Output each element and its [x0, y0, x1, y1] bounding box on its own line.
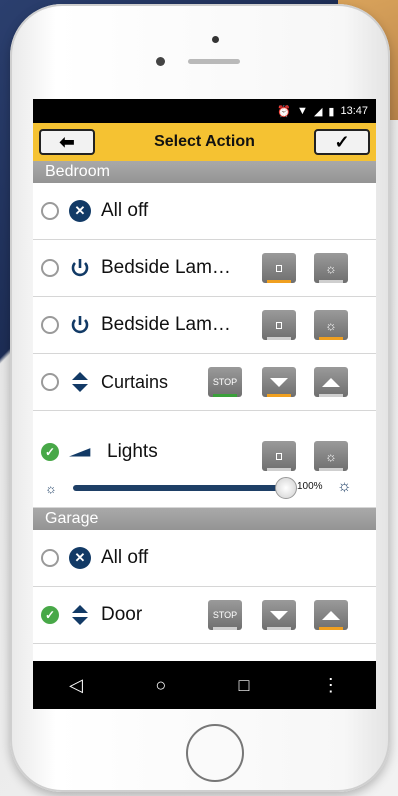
active-indicator: [267, 394, 291, 397]
active-indicator: [213, 394, 237, 397]
arrow-down-icon: [270, 610, 288, 620]
on-button[interactable]: ☼: [314, 441, 348, 471]
sun-icon: ☼: [325, 448, 337, 464]
item-label: Bedside Lam…: [101, 257, 231, 278]
item-label: All off: [101, 200, 149, 221]
sun-icon: ☼: [325, 317, 337, 333]
nav-home-icon[interactable]: ○: [155, 675, 166, 696]
status-bar: ⏰ ▼ ◢ ▮ 13:47: [33, 99, 376, 123]
stop-button[interactable]: STOP: [208, 600, 242, 630]
radio-unchecked[interactable]: [41, 316, 59, 334]
stop-button[interactable]: STOP: [208, 367, 242, 397]
confirm-button[interactable]: ✓: [313, 129, 370, 155]
battery-icon: ▮: [328, 105, 335, 118]
power-icon: [69, 257, 91, 279]
close-button[interactable]: [262, 367, 296, 397]
active-indicator: [267, 280, 291, 283]
list-item-curtains[interactable]: Curtains STOP: [33, 354, 376, 411]
alarm-icon: ⏰: [277, 105, 292, 118]
list-item-all-off[interactable]: ✕ All off: [33, 183, 376, 240]
back-button[interactable]: ⬅: [39, 129, 95, 155]
radio-unchecked[interactable]: [41, 259, 59, 277]
up-down-arrows-icon: [69, 371, 91, 393]
close-circle-icon: ✕: [69, 547, 91, 569]
power-icon: [69, 314, 91, 336]
checkmark-icon: ✓: [334, 131, 350, 152]
on-button[interactable]: ☼: [314, 310, 348, 340]
nav-more-icon[interactable]: ⋮: [322, 675, 340, 696]
front-camera: [212, 36, 219, 43]
status-time: 13:47: [340, 105, 368, 117]
close-button[interactable]: [262, 600, 296, 630]
off-square-icon: [276, 452, 282, 460]
radio-unchecked[interactable]: [41, 549, 59, 567]
active-indicator: [319, 627, 343, 630]
off-square-icon: [276, 264, 282, 272]
front-sensor: [156, 57, 165, 66]
inactive-indicator: [319, 394, 343, 397]
off-square-icon: [276, 321, 282, 329]
dimmer-ramp-icon: [69, 441, 91, 463]
arrow-up-icon: [322, 377, 340, 387]
arrow-up-icon: [322, 610, 340, 620]
brightness-value: 100%: [297, 481, 323, 492]
inactive-indicator: [319, 280, 343, 283]
list-item-bedside-lamp-2[interactable]: Bedside Lam… ☼: [33, 297, 376, 354]
nav-back-icon[interactable]: ◁: [69, 675, 83, 696]
page-title: Select Action: [154, 133, 255, 150]
radio-unchecked[interactable]: [41, 202, 59, 220]
sun-max-icon: ☼: [337, 478, 352, 495]
radio-unchecked[interactable]: [41, 373, 59, 391]
radio-checked[interactable]: ✓: [41, 606, 59, 624]
list-item-lights[interactable]: ✓ Lights ☼ ☼ 100% ☼: [33, 411, 376, 508]
off-button[interactable]: [262, 441, 296, 471]
item-label: Curtains: [101, 371, 169, 392]
item-label: All off: [101, 547, 149, 568]
nav-recents-icon[interactable]: □: [239, 675, 250, 696]
on-button[interactable]: ☼: [314, 253, 348, 283]
stop-label: STOP: [212, 610, 238, 620]
list-item-door[interactable]: ✓ Door STOP: [33, 587, 376, 644]
wifi-icon: ▼: [297, 105, 308, 117]
off-button[interactable]: [262, 310, 296, 340]
stop-label: STOP: [212, 377, 238, 387]
up-down-arrows-icon: [69, 604, 91, 626]
open-button[interactable]: [314, 367, 348, 397]
slider-thumb[interactable]: [275, 477, 297, 499]
list-item-garage-all-off[interactable]: ✕ All off: [33, 530, 376, 587]
top-bar: ⬅ Select Action ✓: [33, 123, 376, 161]
off-button[interactable]: [262, 253, 296, 283]
app-screen: ⏰ ▼ ◢ ▮ 13:47 ⬅ Select Action ✓ Bedroom …: [33, 99, 376, 709]
inactive-indicator: [267, 627, 291, 630]
active-indicator: [319, 337, 343, 340]
sun-icon: ☼: [325, 260, 337, 276]
back-arrow-icon: ⬅: [59, 131, 75, 152]
section-header-bedroom: Bedroom: [33, 161, 376, 183]
close-circle-icon: ✕: [69, 200, 91, 222]
earpiece-speaker: [188, 59, 240, 64]
item-label: Lights: [107, 441, 158, 462]
item-label: Door: [101, 604, 143, 625]
android-nav-bar: ◁ ○ □ ⋮: [33, 661, 376, 709]
arrow-down-icon: [270, 377, 288, 387]
signal-icon: ◢: [313, 105, 323, 118]
inactive-indicator: [267, 337, 291, 340]
inactive-indicator: [319, 468, 343, 471]
section-header-garage: Garage: [33, 508, 376, 530]
inactive-indicator: [267, 468, 291, 471]
radio-checked[interactable]: ✓: [41, 443, 59, 461]
brightness-slider[interactable]: [73, 485, 287, 491]
inactive-indicator: [213, 627, 237, 630]
lights-header: ✓ Lights: [33, 441, 158, 463]
sun-min-icon: ☼: [45, 481, 57, 496]
open-button[interactable]: [314, 600, 348, 630]
home-button[interactable]: [186, 724, 244, 782]
item-label: Bedside Lam…: [101, 314, 231, 335]
list-item-bedside-lamp-1[interactable]: Bedside Lam… ☼: [33, 240, 376, 297]
